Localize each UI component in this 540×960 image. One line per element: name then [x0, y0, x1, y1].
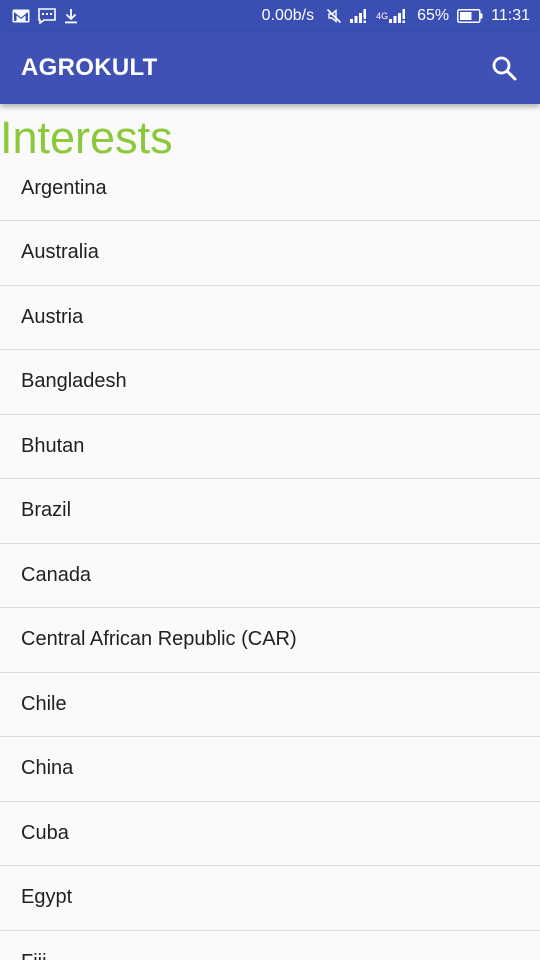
app-bar: AGROKULT — [0, 32, 540, 104]
download-icon — [64, 8, 78, 24]
status-notifications — [12, 8, 78, 24]
list-item[interactable]: Central African Republic (CAR) — [0, 608, 540, 673]
search-icon — [492, 56, 517, 81]
clock: 11:31 — [491, 7, 530, 24]
gmail-icon — [12, 9, 30, 23]
search-button[interactable] — [486, 50, 522, 86]
list-item[interactable]: Austria — [0, 286, 540, 350]
message-icon — [38, 8, 56, 24]
list-item[interactable]: Bangladesh — [0, 350, 540, 415]
battery-percent: 65% — [417, 7, 450, 24]
signal-4g-icon: 4G — [376, 9, 407, 23]
list-item[interactable]: Australia — [0, 221, 540, 286]
list-item[interactable]: Brazil — [0, 479, 540, 544]
status-system: 0.00b/s 4G 65% 11:31 — [262, 8, 530, 24]
list-item[interactable]: Egypt — [0, 866, 540, 931]
list-item[interactable]: China — [0, 737, 540, 802]
mute-icon — [326, 8, 342, 24]
battery-icon — [457, 9, 483, 23]
list-item[interactable]: Argentina — [0, 157, 540, 221]
list-item[interactable]: Chile — [0, 673, 540, 737]
list-item[interactable]: Canada — [0, 544, 540, 608]
interests-list[interactable]: Argentina Australia Austria Bangladesh B… — [0, 157, 540, 960]
list-item[interactable]: Bhutan — [0, 415, 540, 479]
network-type: 4G — [376, 10, 389, 21]
list-item[interactable]: Cuba — [0, 802, 540, 866]
list-item[interactable]: Fiji — [0, 931, 540, 960]
net-speed: 0.00b/s — [261, 7, 315, 24]
screen: 0.00b/s 4G 65% 11:31 AGROKULT Interests … — [0, 0, 540, 960]
status-bar: 0.00b/s 4G 65% 11:31 — [0, 0, 540, 32]
app-title: AGROKULT — [21, 54, 158, 81]
signal-icon — [350, 9, 368, 23]
